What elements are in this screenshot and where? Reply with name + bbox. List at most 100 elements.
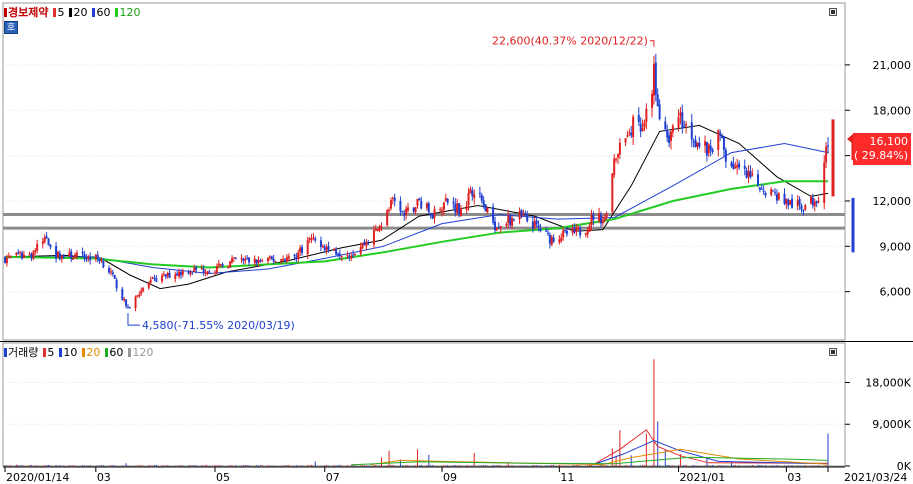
candle-body xyxy=(588,225,591,232)
last-price-change: ( 29.84%) xyxy=(853,149,908,162)
candle-body xyxy=(738,163,741,168)
ma-60-label[interactable]: 60 xyxy=(96,6,110,19)
volume-pane xyxy=(2,342,846,467)
candle-body xyxy=(109,271,112,273)
candle-body xyxy=(193,267,196,272)
candle-body xyxy=(268,256,271,258)
candle-body xyxy=(586,230,589,235)
ma-120-label[interactable]: 120 xyxy=(119,6,140,19)
candle-body xyxy=(711,149,714,152)
price-y-tick-label: 6,000 xyxy=(880,286,912,299)
candle-body xyxy=(181,271,184,275)
candle-body xyxy=(734,166,737,169)
candle-body xyxy=(240,258,243,260)
candle-body xyxy=(41,241,44,244)
stock-tag-icon[interactable]: 호 xyxy=(4,21,18,34)
candle-body xyxy=(195,267,198,271)
candle-body xyxy=(584,233,587,235)
candle-body xyxy=(785,198,788,204)
candle-body xyxy=(652,63,655,96)
vol-ma-120-label[interactable]: 120 xyxy=(132,346,153,359)
candle-body xyxy=(47,238,50,246)
candle-body xyxy=(306,240,309,255)
x-tick-label: 03 xyxy=(787,471,801,484)
candle-body xyxy=(399,201,402,212)
candle-body xyxy=(764,193,767,196)
x-tick-label: 2021/03/24 xyxy=(844,471,907,484)
candle-body xyxy=(219,264,222,266)
candle-body xyxy=(121,288,124,300)
candle-body xyxy=(270,256,273,260)
stock-name[interactable]: 경보제약 xyxy=(8,6,48,19)
vol-ma-10-label[interactable]: 10 xyxy=(63,346,77,359)
candle-body xyxy=(138,294,141,296)
candle-body xyxy=(656,94,659,107)
x-tick-label: 11 xyxy=(560,471,574,484)
candle-body xyxy=(49,244,52,248)
candle-body xyxy=(719,132,722,135)
candle-body xyxy=(405,208,408,215)
candle-body xyxy=(772,190,775,192)
candle-body xyxy=(232,257,235,259)
candle-body xyxy=(266,258,269,262)
candle-body xyxy=(352,254,355,256)
candle-body xyxy=(282,259,285,261)
candle-body xyxy=(58,253,61,260)
candle-body xyxy=(21,252,24,259)
candle-body xyxy=(533,221,536,228)
candle-body xyxy=(456,203,459,213)
candle-body xyxy=(221,263,224,267)
candle-body xyxy=(81,251,84,254)
candle-body xyxy=(497,227,500,229)
candle-body xyxy=(115,279,118,289)
candle-body xyxy=(215,266,218,273)
candle-body xyxy=(641,127,644,132)
candle-body xyxy=(56,251,59,258)
candle-body xyxy=(535,220,538,225)
volume-legend: 거래량 5 10 20 60 120 xyxy=(4,346,153,359)
candle-body xyxy=(378,225,381,231)
candle-body xyxy=(705,142,708,156)
candle-body xyxy=(484,204,487,212)
volume-y-axis: 0K9,000K18,000K xyxy=(845,376,912,473)
volume-label[interactable]: 거래량 xyxy=(8,346,38,359)
candle-body xyxy=(98,258,101,262)
vol-ma-5-label[interactable]: 5 xyxy=(47,346,54,359)
candle-body xyxy=(151,277,154,279)
vol-ma-20-label[interactable]: 20 xyxy=(86,346,100,359)
candle-body xyxy=(87,256,90,259)
candle-body xyxy=(147,283,150,288)
candle-body xyxy=(505,224,508,226)
candle-body xyxy=(166,272,169,277)
candle-body xyxy=(624,138,627,143)
candle-body xyxy=(722,136,725,150)
candle-body xyxy=(452,202,455,204)
candle-body xyxy=(666,129,669,138)
ma-5-label[interactable]: 5 xyxy=(57,6,64,19)
candle-body xyxy=(571,228,574,233)
price-y-tick-label: 12,000 xyxy=(873,195,912,208)
candle-body xyxy=(206,271,209,274)
candle-body xyxy=(798,199,801,205)
candle-body xyxy=(817,201,820,203)
ma-20-label[interactable]: 20 xyxy=(73,6,87,19)
price-pane-maximize-button[interactable] xyxy=(829,8,837,16)
candle-body xyxy=(83,254,86,258)
candle-body xyxy=(813,201,816,207)
candle-body xyxy=(70,251,73,259)
candle-body xyxy=(125,299,128,307)
x-tick-label: 07 xyxy=(326,471,340,484)
volume-pane-maximize-button[interactable] xyxy=(829,348,837,356)
candle-body xyxy=(669,131,672,142)
candle-body xyxy=(760,188,763,190)
vol-ma-60-label[interactable]: 60 xyxy=(109,346,123,359)
candle-body xyxy=(19,252,22,254)
candle-body xyxy=(123,298,126,300)
candle-body xyxy=(354,253,357,255)
candle-body xyxy=(626,135,629,137)
candle-body xyxy=(418,198,421,201)
x-tick-label: 2020/01/14 xyxy=(6,471,69,484)
candle-body xyxy=(420,200,423,209)
candle-body xyxy=(321,246,324,248)
candle-body xyxy=(783,193,786,204)
